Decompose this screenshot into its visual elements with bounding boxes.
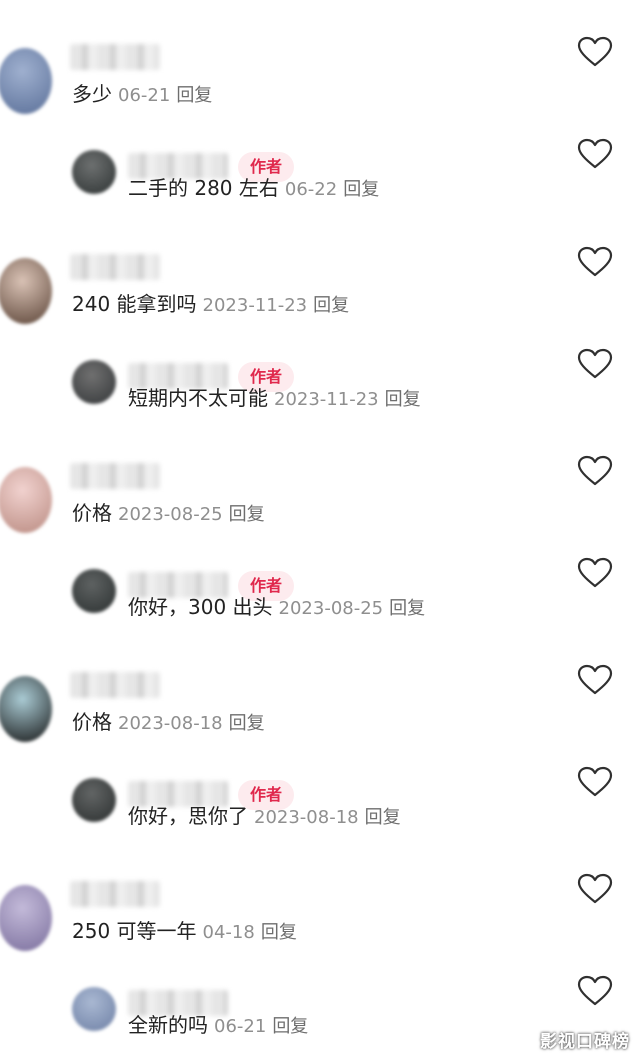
comment-line: 多少 06-21 回复 xyxy=(72,80,212,110)
comment-text: 多少 xyxy=(72,82,112,106)
comment-text: 价格 xyxy=(72,710,112,734)
comment-text: 你好，思你了 xyxy=(128,804,248,828)
like-heart-icon[interactable] xyxy=(577,36,613,68)
reply-button[interactable]: 回复 xyxy=(229,713,265,734)
comment-text: 二手的 280 左右 xyxy=(128,176,279,200)
like-heart-icon[interactable] xyxy=(577,246,613,278)
avatar[interactable] xyxy=(0,48,52,114)
comment-line: 你好，思你了 2023-08-18 回复 xyxy=(128,802,401,832)
reply-button[interactable]: 回复 xyxy=(261,922,297,943)
comment-line: 价格 2023-08-25 回复 xyxy=(72,499,265,529)
comment-date: 2023-11-23 xyxy=(202,295,308,316)
comment-date: 2023-08-25 xyxy=(278,598,384,619)
comment-line: 价格 2023-08-18 回复 xyxy=(72,708,265,738)
comment-text: 250 可等一年 xyxy=(72,919,197,943)
comment-date: 2023-08-18 xyxy=(118,713,223,734)
comment-text: 短期内不太可能 xyxy=(128,386,268,410)
comment-text: 价格 xyxy=(72,501,112,525)
like-heart-icon[interactable] xyxy=(577,455,613,487)
comment-line: 二手的 280 左右 06-22 回复 xyxy=(128,174,379,204)
avatar[interactable] xyxy=(72,987,116,1031)
comment-line: 短期内不太可能 2023-11-23 回复 xyxy=(128,384,421,414)
username-blurred[interactable] xyxy=(70,254,160,280)
avatar[interactable] xyxy=(72,569,116,613)
comment-date: 04-18 xyxy=(202,922,255,943)
avatar[interactable] xyxy=(0,676,52,742)
like-heart-icon[interactable] xyxy=(577,138,613,170)
reply-button[interactable]: 回复 xyxy=(176,85,212,106)
reply-button[interactable]: 回复 xyxy=(229,504,265,525)
avatar[interactable] xyxy=(0,467,52,533)
reply-button[interactable]: 回复 xyxy=(365,807,401,828)
comment-text: 全新的吗 xyxy=(128,1013,208,1037)
comment-date: 2023-11-23 xyxy=(274,389,379,410)
like-heart-icon[interactable] xyxy=(577,557,613,589)
comment-list: 多少 06-21 回复 作者 二手的 280 左右 06-22 回复 240 能拿到吗 2023… xyxy=(0,0,640,1064)
avatar[interactable] xyxy=(72,778,116,822)
comment-date: 06-21 xyxy=(118,85,171,106)
comment-date: 06-21 xyxy=(214,1016,267,1037)
comment-date: 2023-08-18 xyxy=(254,807,359,828)
like-heart-icon[interactable] xyxy=(577,664,613,696)
like-heart-icon[interactable] xyxy=(577,348,613,380)
comment-text: 240 能拿到吗 xyxy=(72,292,197,316)
like-heart-icon[interactable] xyxy=(577,873,613,905)
avatar[interactable] xyxy=(72,150,116,194)
comment-date: 2023-08-25 xyxy=(118,504,223,525)
comment-date: 06-22 xyxy=(284,179,338,200)
username-blurred[interactable] xyxy=(70,672,160,698)
like-heart-icon[interactable] xyxy=(577,766,613,798)
reply-button[interactable]: 回复 xyxy=(313,295,349,316)
comment-text: 你好，300 出头 xyxy=(128,595,273,619)
reply-button[interactable]: 回复 xyxy=(272,1016,308,1037)
comment-line: 你好，300 出头 2023-08-25 回复 xyxy=(128,593,425,623)
comment-line: 250 可等一年 04-18 回复 xyxy=(72,917,297,947)
avatar[interactable] xyxy=(72,360,116,404)
reply-button[interactable]: 回复 xyxy=(389,598,425,619)
watermark-text: 影视口碑榜 xyxy=(540,1032,630,1052)
username-blurred[interactable] xyxy=(70,44,160,70)
avatar[interactable] xyxy=(0,258,52,324)
reply-button[interactable]: 回复 xyxy=(343,179,379,200)
username-blurred[interactable] xyxy=(70,463,160,489)
like-heart-icon[interactable] xyxy=(577,975,613,1007)
comment-line: 全新的吗 06-21 回复 xyxy=(128,1011,308,1041)
avatar[interactable] xyxy=(0,885,52,951)
reply-button[interactable]: 回复 xyxy=(385,389,421,410)
username-blurred[interactable] xyxy=(70,881,160,907)
comment-line: 240 能拿到吗 2023-11-23 回复 xyxy=(72,290,349,320)
